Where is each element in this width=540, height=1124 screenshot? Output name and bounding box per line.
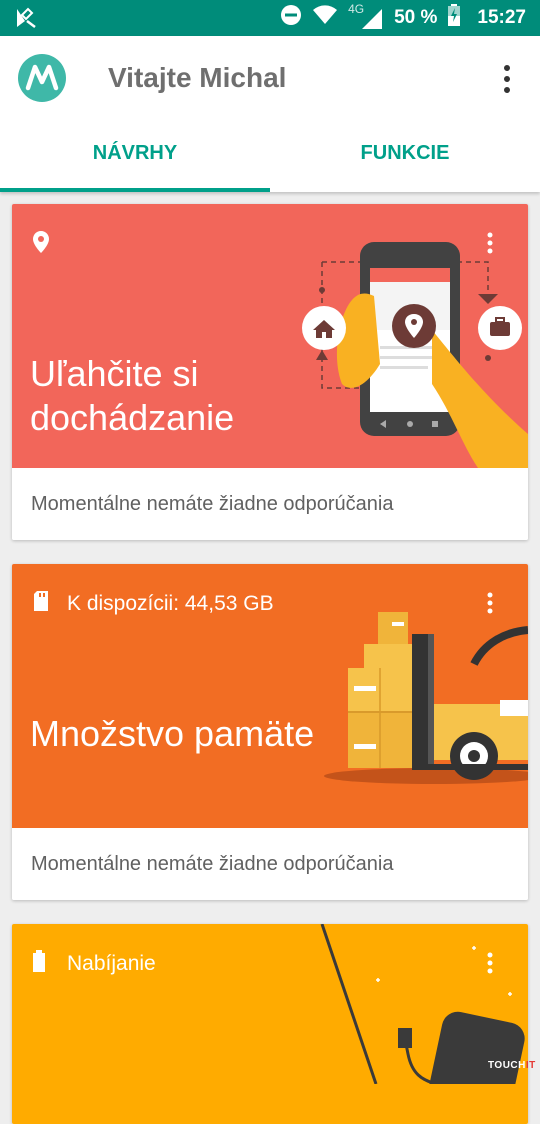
signal-icon: 4G bbox=[348, 2, 384, 30]
location-pin-icon bbox=[32, 230, 50, 259]
battery-icon bbox=[32, 950, 46, 977]
status-bar: 4G 50 % 15:27 bbox=[0, 0, 540, 36]
battery-status-icon bbox=[447, 4, 461, 32]
storage-card[interactable]: K dispozícii: 44,53 GB Množstvo pamäte M… bbox=[12, 564, 528, 900]
notification-icon bbox=[14, 7, 38, 29]
charging-label: Nabíjanie bbox=[67, 952, 156, 975]
sd-card-icon bbox=[32, 590, 50, 617]
commute-card-message: Momentálne nemáte žiadne odporúčania bbox=[31, 493, 394, 515]
charging-card-hero: Nabíjanie bbox=[12, 924, 528, 1124]
forklift-illustration bbox=[324, 604, 528, 793]
commute-illustration bbox=[282, 224, 528, 473]
storage-card-message: Momentálne nemáte žiadne odporúčania bbox=[31, 853, 394, 875]
overflow-menu-icon[interactable] bbox=[496, 62, 520, 96]
storage-card-hero: K dispozícii: 44,53 GB Množstvo pamäte bbox=[12, 564, 528, 828]
storage-available-label: K dispozícii: 44,53 GB bbox=[67, 592, 274, 615]
motorola-logo-icon bbox=[18, 54, 66, 102]
tab-indicator bbox=[0, 188, 270, 192]
commute-card-hero: Uľahčite si dochádzanie bbox=[12, 204, 528, 468]
clock: 15:27 bbox=[477, 7, 526, 28]
page-title: Vitajte Michal bbox=[108, 62, 287, 93]
commute-card[interactable]: Uľahčite si dochádzanie Momentálne nemát… bbox=[12, 204, 528, 540]
battery-percent: 50 % bbox=[394, 7, 438, 28]
watermark-logo: TOUCHIT bbox=[488, 1060, 536, 1071]
tab-suggestions[interactable]: NÁVRHY bbox=[0, 132, 270, 188]
charging-card[interactable]: Nabíjanie bbox=[12, 924, 528, 1124]
app-bar: Vitajte Michal NÁVRHY FUNKCIE bbox=[0, 36, 540, 192]
wifi-icon bbox=[312, 5, 338, 31]
commute-card-footer: Momentálne nemáte žiadne odporúčania bbox=[12, 468, 528, 540]
tab-features[interactable]: FUNKCIE bbox=[270, 132, 540, 188]
dnd-icon bbox=[280, 4, 302, 32]
storage-card-title: Množstvo pamäte bbox=[30, 713, 315, 754]
storage-card-footer: Momentálne nemáte žiadne odporúčania bbox=[12, 828, 528, 900]
